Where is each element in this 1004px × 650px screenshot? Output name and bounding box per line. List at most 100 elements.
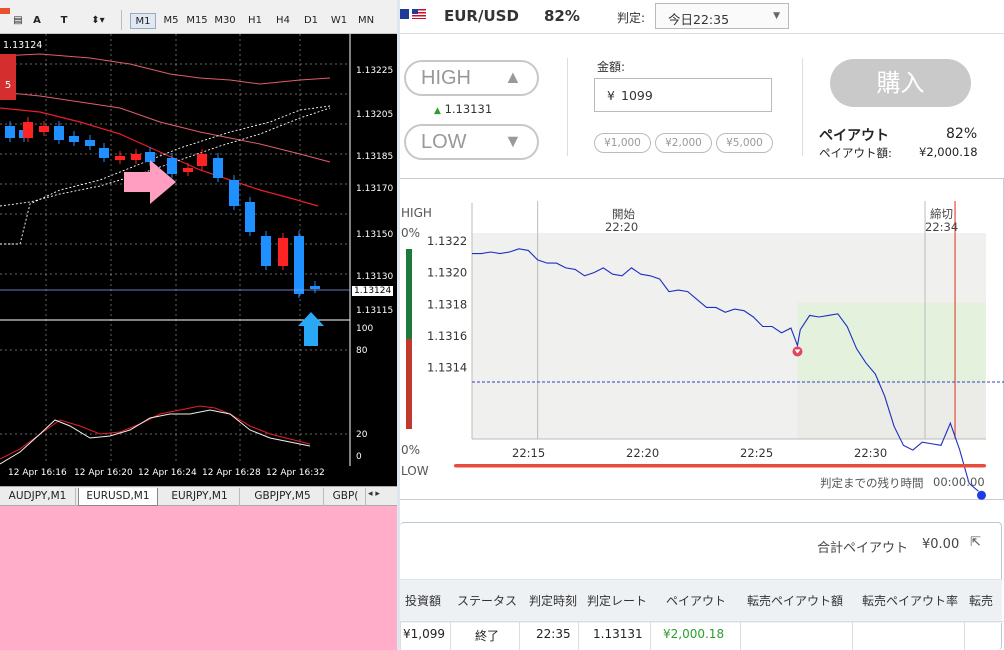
timeframe-m30[interactable]: M30: [212, 13, 238, 29]
price-axis-label: 1.13225: [356, 66, 394, 76]
end-time: 22:34: [925, 220, 959, 234]
price-axis-label: 1.13115: [356, 306, 394, 316]
text-tool-icon[interactable]: A: [30, 13, 44, 29]
candle: [85, 140, 95, 146]
cell-border: [852, 622, 853, 650]
start-time: 22:20: [605, 220, 639, 234]
chart-tab[interactable]: AUDJPY,M1: [0, 488, 76, 506]
cell-border: [519, 622, 520, 650]
table-header: 転売: [969, 594, 994, 608]
candle: [23, 122, 33, 138]
table-header: 転売ペイアウト額: [747, 594, 844, 608]
rate-up-icon: ▲: [434, 106, 441, 116]
low-button[interactable]: LOW ▼: [404, 124, 539, 160]
amount-input[interactable]: ¥ 1099: [594, 78, 772, 112]
chart-tab[interactable]: GBP(: [326, 488, 366, 506]
table-cell: ¥2,000.18: [663, 627, 725, 641]
mt4-chart[interactable]: 1.13124 5 1.13225 1.13205 1.13185 1.13170 1.…: [0, 34, 398, 486]
time-axis-label: 12 Apr 16:24: [138, 468, 197, 478]
current-rate: ▲ 1.13131: [434, 102, 492, 116]
time-axis-label: 12 Apr 16:28: [202, 468, 261, 478]
cell-border: [964, 622, 965, 650]
oscillator-axis-label: 100: [356, 324, 374, 334]
x-tick-label: 22:30: [854, 446, 887, 460]
candle: [245, 202, 255, 232]
timeframe-h1[interactable]: H1: [242, 13, 268, 29]
candle: [294, 236, 304, 294]
candle: [261, 236, 271, 266]
low-gauge: [406, 339, 412, 429]
mt4-window: ▤ A T ⬍▾ M1 M5 M15 M30 H1 H4 D1 W1 MN 1.…: [0, 0, 398, 650]
total-payout-value: ¥0.00: [922, 537, 960, 552]
candle: [278, 238, 288, 266]
oscillator-axis-label: 20: [356, 430, 368, 440]
one-click-trade-badge[interactable]: 5: [0, 54, 16, 100]
cell-border: [650, 622, 651, 650]
mt4-toolbar: ▤ A T ⬍▾ M1 M5 M15 M30 H1 H4 D1 W1 MN: [0, 0, 398, 34]
timeframe-w1[interactable]: W1: [326, 13, 352, 29]
trade-panel: EUR/USD 82% 判定: 今日22:35 ▼ HIGH ▲ ▲ 1.131…: [400, 0, 1004, 650]
low-zone: [797, 381, 986, 439]
oscillator-axis-label: 80: [356, 346, 368, 356]
y-tick-label: 1.1316: [427, 329, 467, 343]
tab-scroll-icon[interactable]: ◂ ▸: [368, 489, 380, 499]
stoch-signal-line: [0, 405, 311, 460]
table-header: 転売ペイアウト率: [862, 594, 959, 608]
candle: [197, 154, 207, 166]
timeframe-m5[interactable]: M5: [158, 13, 184, 29]
quick-amount-1000[interactable]: ¥1,000: [594, 133, 651, 153]
low-side-label: LOW: [401, 464, 429, 478]
price-axis-label: 1.13150: [356, 230, 394, 240]
label-tool-icon[interactable]: T: [56, 13, 72, 29]
x-tick-label: 22:25: [740, 446, 773, 460]
upper-band-line: [0, 53, 331, 85]
quick-amount-2000[interactable]: ¥2,000: [655, 133, 712, 153]
current-rate-value: 1.13131: [444, 102, 493, 116]
record-icon[interactable]: [0, 8, 10, 14]
timeframe-mn[interactable]: MN: [353, 13, 379, 29]
table-header: ペイアウト: [666, 594, 727, 608]
price-axis-label: 1.13130: [356, 272, 394, 282]
x-tick-label: 22:15: [512, 446, 545, 460]
candle: [69, 136, 79, 142]
timeframe-m1[interactable]: M1: [130, 13, 156, 29]
low-button-label: LOW: [421, 131, 467, 153]
y-tick-label: 1.1320: [427, 266, 467, 280]
cell-border: [740, 622, 741, 650]
chart-tab[interactable]: EURUSD,M1: [78, 488, 158, 506]
high-side-percent: 0%: [401, 226, 421, 240]
candle: [167, 158, 177, 174]
timeframe-m15[interactable]: M15: [184, 13, 210, 29]
judgement-select[interactable]: 今日22:35 ▼: [655, 3, 789, 29]
judgement-label: 判定:: [617, 11, 646, 25]
mid-band-line: [0, 91, 331, 163]
amount-currency: ¥: [607, 88, 615, 103]
candle: [115, 156, 125, 160]
high-gauge: [406, 249, 412, 339]
timeframe-d1[interactable]: D1: [298, 13, 324, 29]
time-axis-label: 12 Apr 16:32: [266, 468, 325, 478]
table-cell: 終了: [475, 629, 500, 643]
table-cell: 1.13131: [593, 627, 643, 641]
pair-name: EUR/USD: [444, 7, 519, 25]
chart-tab[interactable]: EURJPY,M1: [160, 488, 240, 506]
export-icon[interactable]: ⇱: [970, 535, 981, 550]
buy-button[interactable]: 購入: [830, 59, 971, 107]
stoch-main-line: [0, 409, 311, 465]
time-progress-bar: [454, 464, 986, 468]
quick-amount-5000[interactable]: ¥5,000: [716, 133, 773, 153]
total-payout-label: 合計ペイアウト: [817, 541, 909, 556]
high-zone: [797, 302, 986, 382]
table-header: 投資額: [405, 594, 442, 608]
cell-border: [450, 622, 451, 650]
high-button[interactable]: HIGH ▲: [404, 60, 539, 96]
arrows-tool-icon[interactable]: ⬍▾: [86, 13, 110, 29]
chart-tab[interactable]: GBPJPY,M5: [242, 488, 324, 506]
timeframe-h4[interactable]: H4: [270, 13, 296, 29]
bars-icon[interactable]: ▤: [10, 13, 26, 29]
us-flag-icon: [412, 9, 426, 19]
high-button-label: HIGH: [421, 67, 471, 89]
y-tick-label: 1.1318: [427, 297, 467, 311]
time-axis-label: 12 Apr 16:20: [74, 468, 133, 478]
y-tick-label: 1.1322: [427, 234, 467, 248]
